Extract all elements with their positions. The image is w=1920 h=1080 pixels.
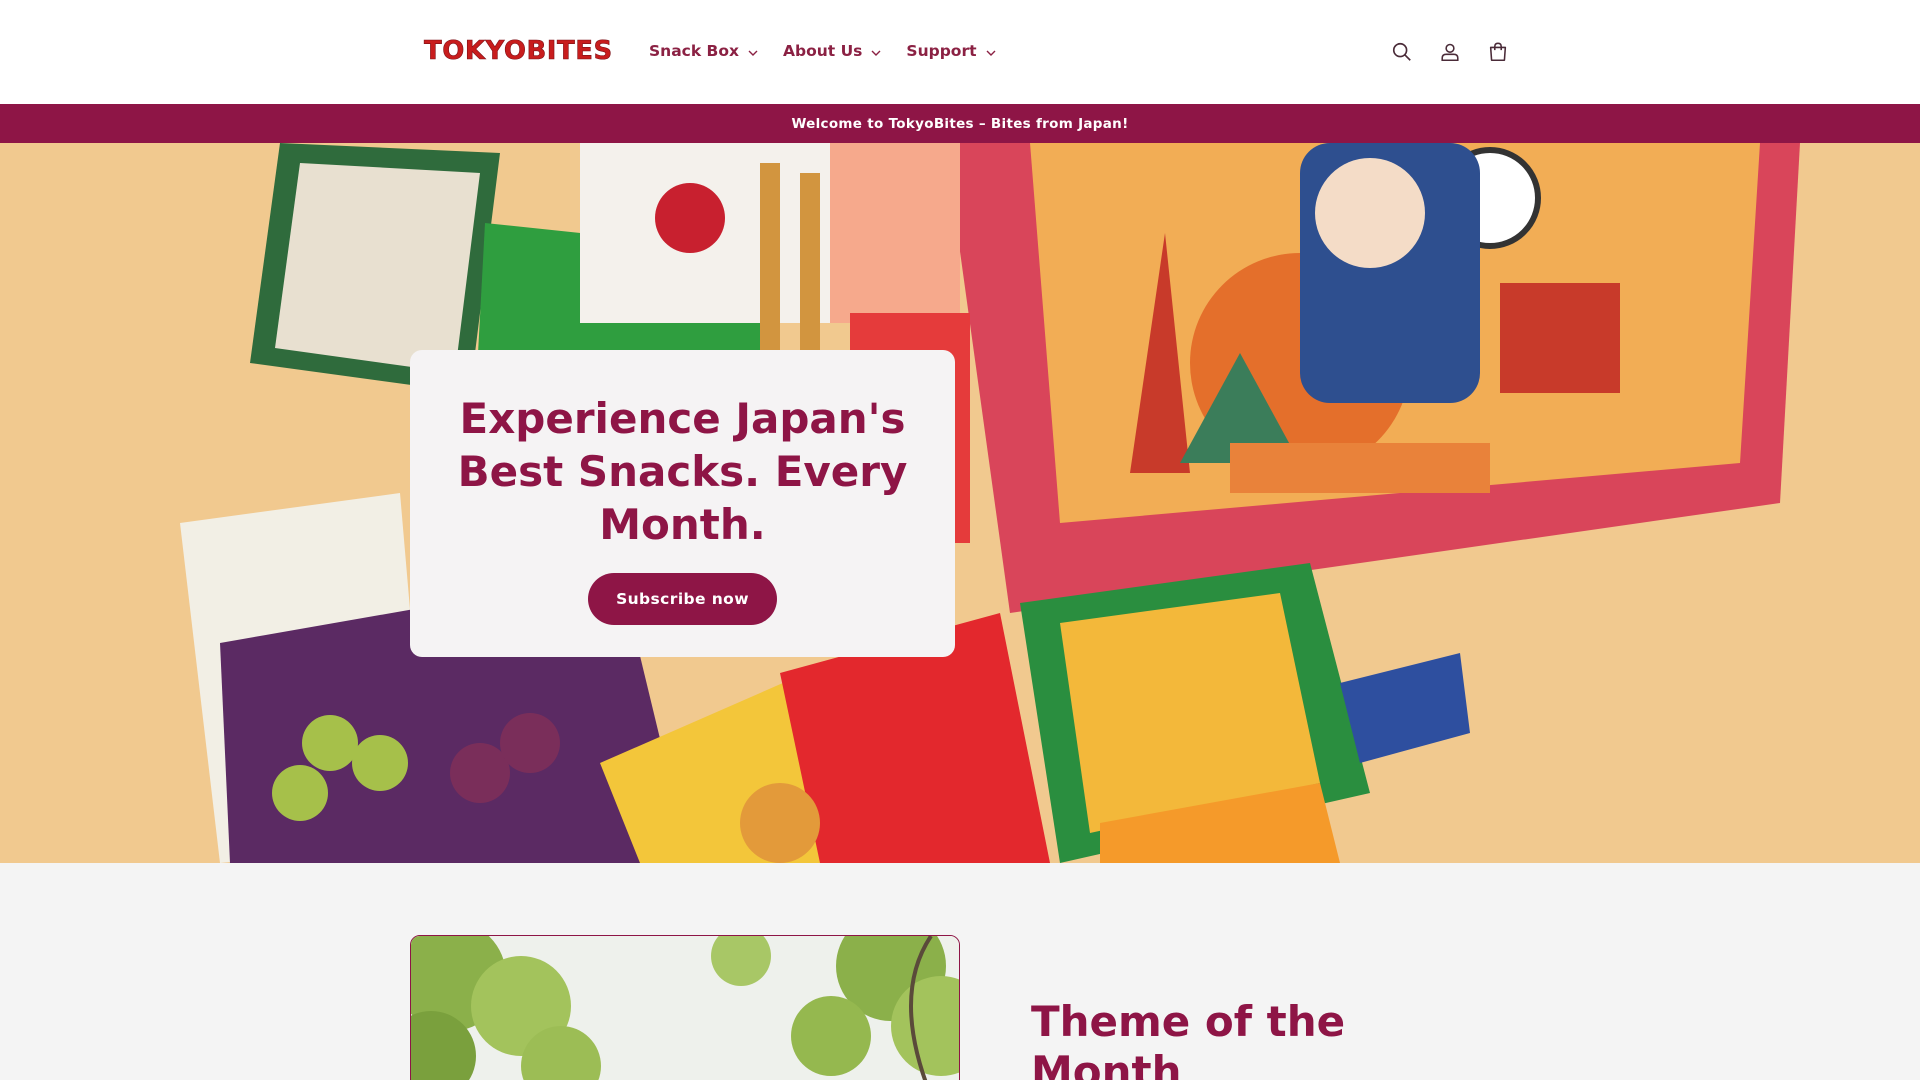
announcement-bar: Welcome to TokyoBites – Bites from Japan…: [0, 104, 1920, 143]
hero-title: Experience Japan's Best Snacks. Every Mo…: [457, 394, 908, 549]
main-nav: Snack Box About Us Support: [649, 38, 1021, 64]
feature-image: [410, 935, 960, 1080]
announcement-text: Welcome to TokyoBites – Bites from Japan…: [791, 115, 1129, 132]
nav-item-about-us[interactable]: About Us: [783, 38, 884, 64]
hero-card: Experience Japan's Best Snacks. Every Mo…: [410, 350, 955, 657]
hero-banner: Experience Japan's Best Snacks. Every Mo…: [0, 143, 1920, 863]
cart-icon: [1489, 42, 1507, 62]
nav-item-label: Snack Box: [649, 42, 740, 60]
search-icon: [1392, 42, 1411, 61]
chevron-down-icon: [870, 44, 884, 58]
cart-button[interactable]: [1484, 36, 1512, 68]
header-icons: [1388, 36, 1512, 68]
account-button[interactable]: [1436, 36, 1464, 68]
nav-item-snack-box[interactable]: Snack Box: [649, 38, 761, 64]
site-logo[interactable]: TOKYOBITES: [424, 36, 613, 67]
search-button[interactable]: [1388, 36, 1416, 68]
nav-item-label: Support: [906, 42, 977, 60]
theme-section: Theme of the Month: [0, 863, 1920, 1080]
chevron-down-icon: [985, 44, 999, 58]
chevron-down-icon: [747, 44, 761, 58]
nav-item-label: About Us: [783, 42, 863, 60]
subscribe-button[interactable]: Subscribe now: [588, 573, 777, 625]
nav-item-support[interactable]: Support: [906, 38, 998, 64]
site-header: TOKYOBITES Snack Box About Us Support: [0, 0, 1920, 104]
theme-title: Theme of the Month: [1031, 997, 1346, 1080]
account-icon: [1441, 43, 1459, 62]
hero-image: [0, 143, 1920, 863]
